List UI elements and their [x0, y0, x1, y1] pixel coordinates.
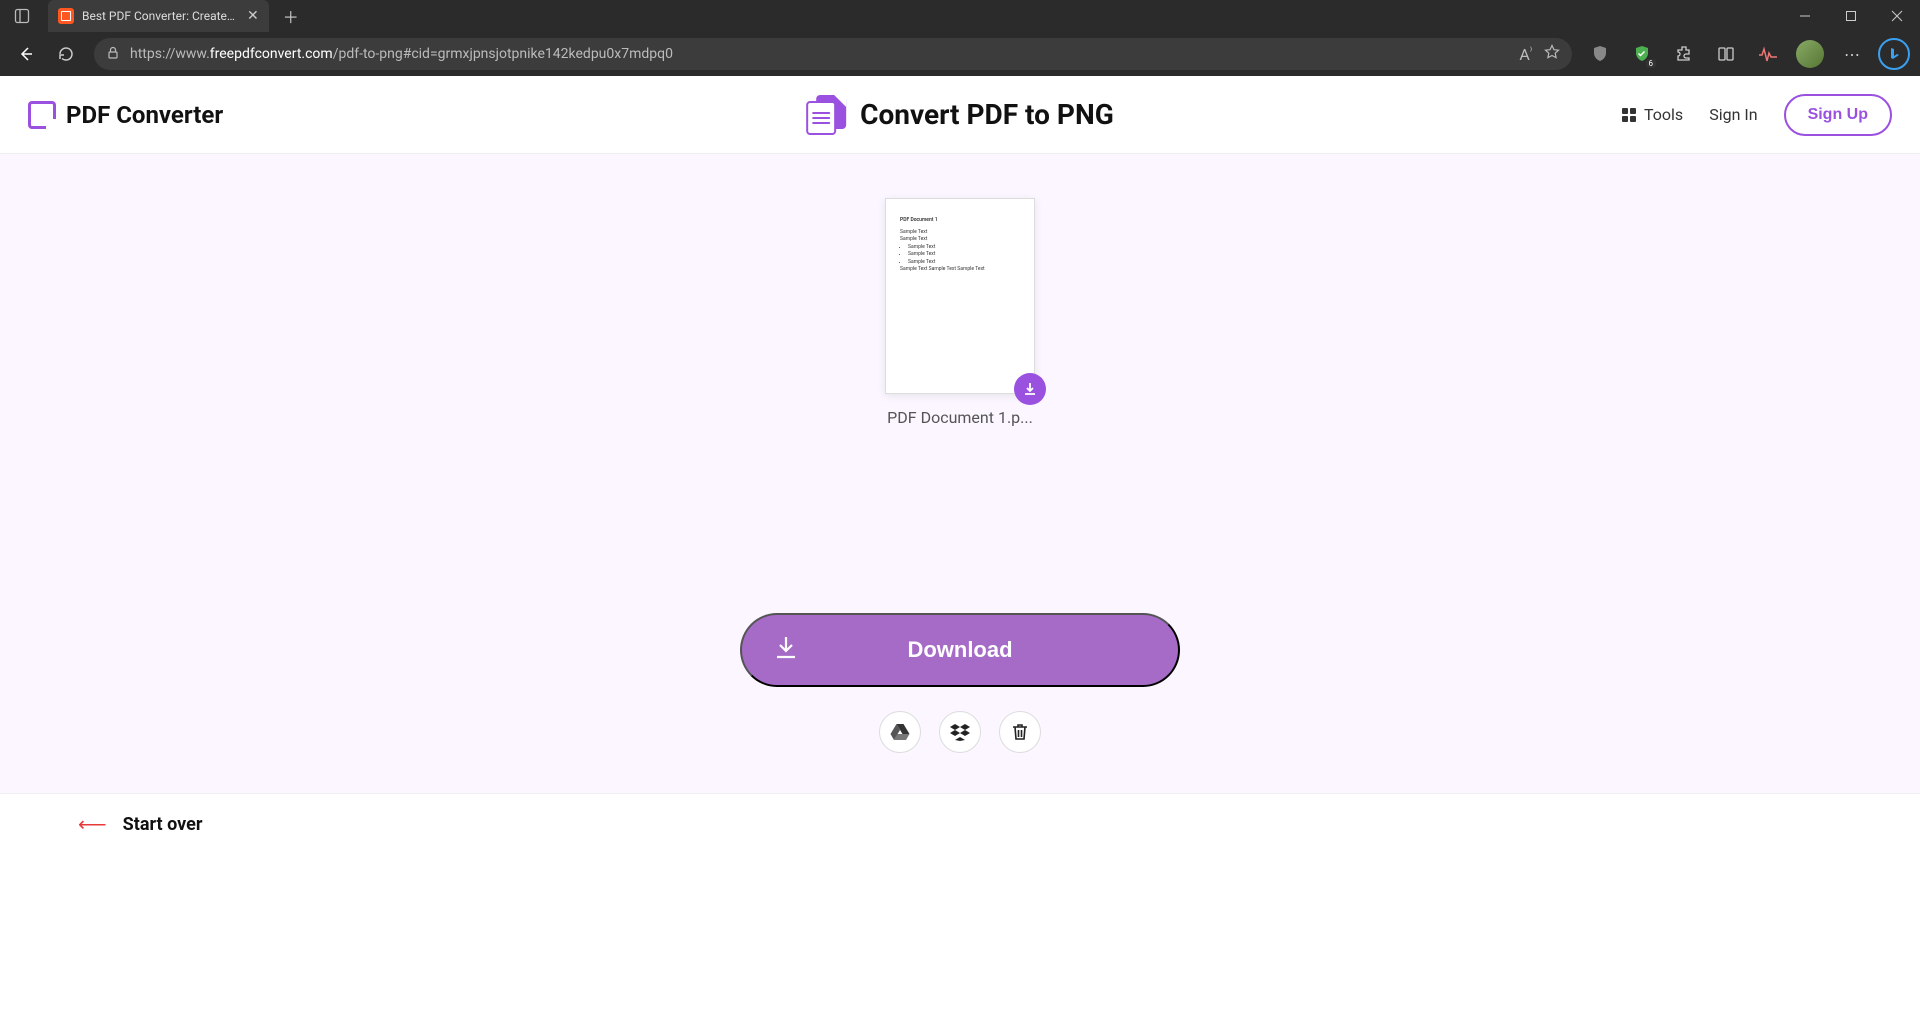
page-title-block: Convert PDF to PNG: [806, 95, 1114, 135]
header-actions: Tools Sign In Sign Up: [1622, 94, 1892, 136]
url-prefix: https://www.: [130, 46, 210, 62]
preview-footer: Sample Text Sample Text Sample Text: [900, 266, 1020, 274]
more-menu-icon[interactable]: ⋯: [1834, 36, 1870, 72]
dropbox-button[interactable]: [939, 711, 981, 753]
google-drive-button[interactable]: [879, 711, 921, 753]
google-drive-icon: [890, 723, 910, 741]
url-path: /pdf-to-png#cid=grmxjpnsjotpnike142kedpu…: [333, 46, 673, 62]
result-filename: PDF Document 1.p...: [887, 408, 1033, 427]
favorite-icon[interactable]: [1544, 44, 1560, 64]
url-domain: freepdfconvert.com: [210, 46, 333, 62]
titlebar-left: Best PDF Converter: Create, Conv ✕ ＋: [0, 0, 307, 32]
preview-line: Sample Text: [900, 229, 1020, 237]
browser-toolbar: https://www.freepdfconvert.com/pdf-to-pn…: [0, 32, 1920, 76]
grid-icon: [1622, 108, 1636, 122]
tab-favicon: [58, 8, 74, 24]
result-item: PDF Document 1 Sample Text Sample Text S…: [885, 198, 1035, 427]
tools-menu[interactable]: Tools: [1622, 105, 1683, 124]
dropbox-icon: [950, 723, 970, 741]
bing-chat-icon[interactable]: [1876, 36, 1912, 72]
tab-title: Best PDF Converter: Create, Conv: [82, 9, 237, 23]
back-button[interactable]: [8, 36, 44, 72]
profile-avatar[interactable]: [1792, 36, 1828, 72]
signin-link[interactable]: Sign In: [1709, 105, 1757, 124]
thumbnail-download-button[interactable]: [1014, 373, 1046, 405]
download-icon: [772, 633, 800, 667]
preview-bullet: Sample Text: [908, 251, 1020, 259]
trash-icon: [1012, 723, 1028, 741]
preview-title: PDF Document 1: [900, 217, 1020, 225]
page-title: Convert PDF to PNG: [860, 98, 1114, 131]
preview-bullet: Sample Text: [908, 244, 1020, 252]
secondary-actions: [879, 711, 1041, 753]
site-logo[interactable]: PDF Converter: [28, 101, 223, 129]
new-tab-button[interactable]: ＋: [275, 0, 307, 32]
split-screen-icon[interactable]: [1708, 36, 1744, 72]
page-content: PDF Converter Convert PDF to PNG Tools S…: [0, 76, 1920, 1030]
arrow-left-icon: ⟵: [78, 812, 107, 836]
logo-mark-icon: [28, 101, 56, 129]
extensions-icon[interactable]: [1666, 36, 1702, 72]
delete-button[interactable]: [999, 711, 1041, 753]
tools-label: Tools: [1644, 105, 1683, 124]
extension-area: 6 ⋯: [1582, 36, 1912, 72]
read-aloud-icon[interactable]: A⁾: [1519, 45, 1532, 64]
start-over-link[interactable]: ⟵ Start over: [78, 812, 202, 836]
shield-icon[interactable]: [1582, 36, 1618, 72]
close-window-button[interactable]: [1874, 0, 1920, 32]
preview-line: Sample Text: [900, 236, 1020, 244]
footer-bar: ⟵ Start over: [0, 794, 1920, 854]
refresh-button[interactable]: [48, 36, 84, 72]
url-bar-actions: A⁾: [1519, 44, 1560, 64]
result-thumbnail[interactable]: PDF Document 1 Sample Text Sample Text S…: [885, 198, 1035, 394]
security-shield-icon[interactable]: 6: [1624, 36, 1660, 72]
lock-icon: [106, 45, 120, 64]
download-label: Download: [907, 637, 1012, 663]
site-header: PDF Converter Convert PDF to PNG Tools S…: [0, 76, 1920, 154]
performance-icon[interactable]: [1750, 36, 1786, 72]
window-controls: [1782, 0, 1920, 32]
result-area: PDF Document 1 Sample Text Sample Text S…: [0, 154, 1920, 794]
security-badge-count: 6: [1646, 59, 1657, 68]
thumbnail-preview: PDF Document 1 Sample Text Sample Text S…: [900, 217, 1020, 274]
browser-titlebar: Best PDF Converter: Create, Conv ✕ ＋: [0, 0, 1920, 32]
url-text: https://www.freepdfconvert.com/pdf-to-pn…: [130, 46, 1519, 62]
browser-tab[interactable]: Best PDF Converter: Create, Conv ✕: [48, 0, 269, 32]
logo-text: PDF Converter: [66, 101, 223, 129]
address-bar[interactable]: https://www.freepdfconvert.com/pdf-to-pn…: [94, 38, 1572, 70]
preview-bullet: Sample Text: [908, 259, 1020, 267]
download-button[interactable]: Download: [740, 613, 1180, 687]
convert-icon: [806, 95, 846, 135]
maximize-button[interactable]: [1828, 0, 1874, 32]
minimize-button[interactable]: [1782, 0, 1828, 32]
signup-button[interactable]: Sign Up: [1784, 94, 1892, 136]
tab-close-button[interactable]: ✕: [247, 8, 259, 24]
start-over-label: Start over: [123, 814, 203, 835]
vertical-tabs-button[interactable]: [0, 0, 44, 32]
